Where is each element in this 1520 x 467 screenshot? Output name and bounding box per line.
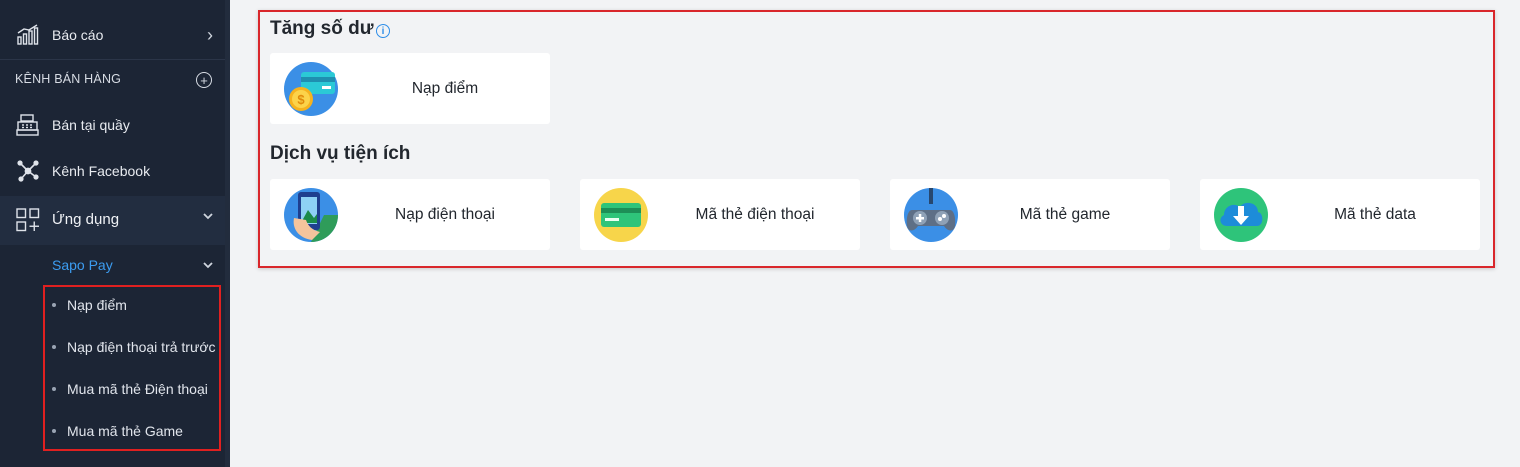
sidebar-item-label: Ứng dụng bbox=[52, 211, 120, 228]
services-heading: Dịch vụ tiện ích bbox=[270, 143, 411, 164]
bar-chart-icon bbox=[16, 23, 40, 47]
network-icon bbox=[16, 159, 40, 183]
apps-grid-icon bbox=[16, 208, 40, 237]
mobile-topup-card[interactable]: Nạp điện thoại bbox=[270, 179, 550, 250]
highlight-box bbox=[43, 285, 221, 451]
topup-points-card[interactable]: $ Nạp điểm bbox=[270, 53, 550, 124]
sidebar-item-label: Bán tại quầy bbox=[52, 117, 130, 133]
divider bbox=[0, 59, 225, 60]
chevron-down-icon bbox=[203, 257, 213, 273]
sales-channels-heading: KÊNH BÁN HÀNG bbox=[15, 72, 122, 86]
card-label: Mã thẻ data bbox=[1334, 205, 1416, 223]
sidebar-item-label: Sapo Pay bbox=[52, 257, 113, 273]
chevron-down-icon bbox=[203, 208, 213, 225]
phone-card-card[interactable]: Mã thẻ điện thoại bbox=[580, 179, 860, 250]
game-card-card[interactable]: Mã thẻ game bbox=[890, 179, 1170, 250]
gamepad-icon bbox=[904, 188, 958, 242]
cash-register-icon bbox=[16, 113, 40, 137]
sidebar-item-apps[interactable]: Ứng dụng bbox=[0, 196, 225, 245]
svg-text:$: $ bbox=[297, 92, 305, 107]
main-content: Tăng số dư i $ Nạp điểm Dịch vụ tiện ích bbox=[230, 0, 1520, 467]
sidebar-item-facebook[interactable]: Kênh Facebook bbox=[0, 158, 225, 184]
sidebar-item-pos[interactable]: Bán tại quầy bbox=[0, 112, 225, 138]
sidebar-item-sapo-pay[interactable]: Sapo Pay bbox=[0, 245, 225, 283]
wallet-coin-icon: $ bbox=[284, 62, 338, 116]
cloud-download-icon bbox=[1214, 188, 1268, 242]
sidebar-item-label: Báo cáo bbox=[52, 27, 104, 43]
card-label: Nạp điện thoại bbox=[395, 205, 495, 223]
card-label: Nạp điểm bbox=[411, 79, 479, 97]
sapo-pay-panel: Tăng số dư i $ Nạp điểm Dịch vụ tiện ích bbox=[258, 10, 1495, 268]
card-label: Mã thẻ game bbox=[1019, 205, 1111, 223]
sidebar-item-reports[interactable]: Báo cáo › bbox=[0, 22, 225, 48]
card-label: Mã thẻ điện thoại bbox=[695, 205, 815, 223]
chevron-right-icon: › bbox=[207, 24, 213, 45]
sidebar: Báo cáo › KÊNH BÁN HÀNG + Bán tại quầy K… bbox=[0, 0, 230, 467]
data-card-card[interactable]: Mã thẻ data bbox=[1200, 179, 1480, 250]
add-channel-icon[interactable]: + bbox=[196, 72, 212, 88]
info-icon[interactable]: i bbox=[376, 24, 390, 38]
phone-card-icon bbox=[594, 188, 648, 242]
balance-heading: Tăng số dư bbox=[270, 18, 374, 39]
mobile-topup-icon bbox=[284, 188, 338, 242]
sidebar-item-label: Kênh Facebook bbox=[52, 163, 151, 179]
